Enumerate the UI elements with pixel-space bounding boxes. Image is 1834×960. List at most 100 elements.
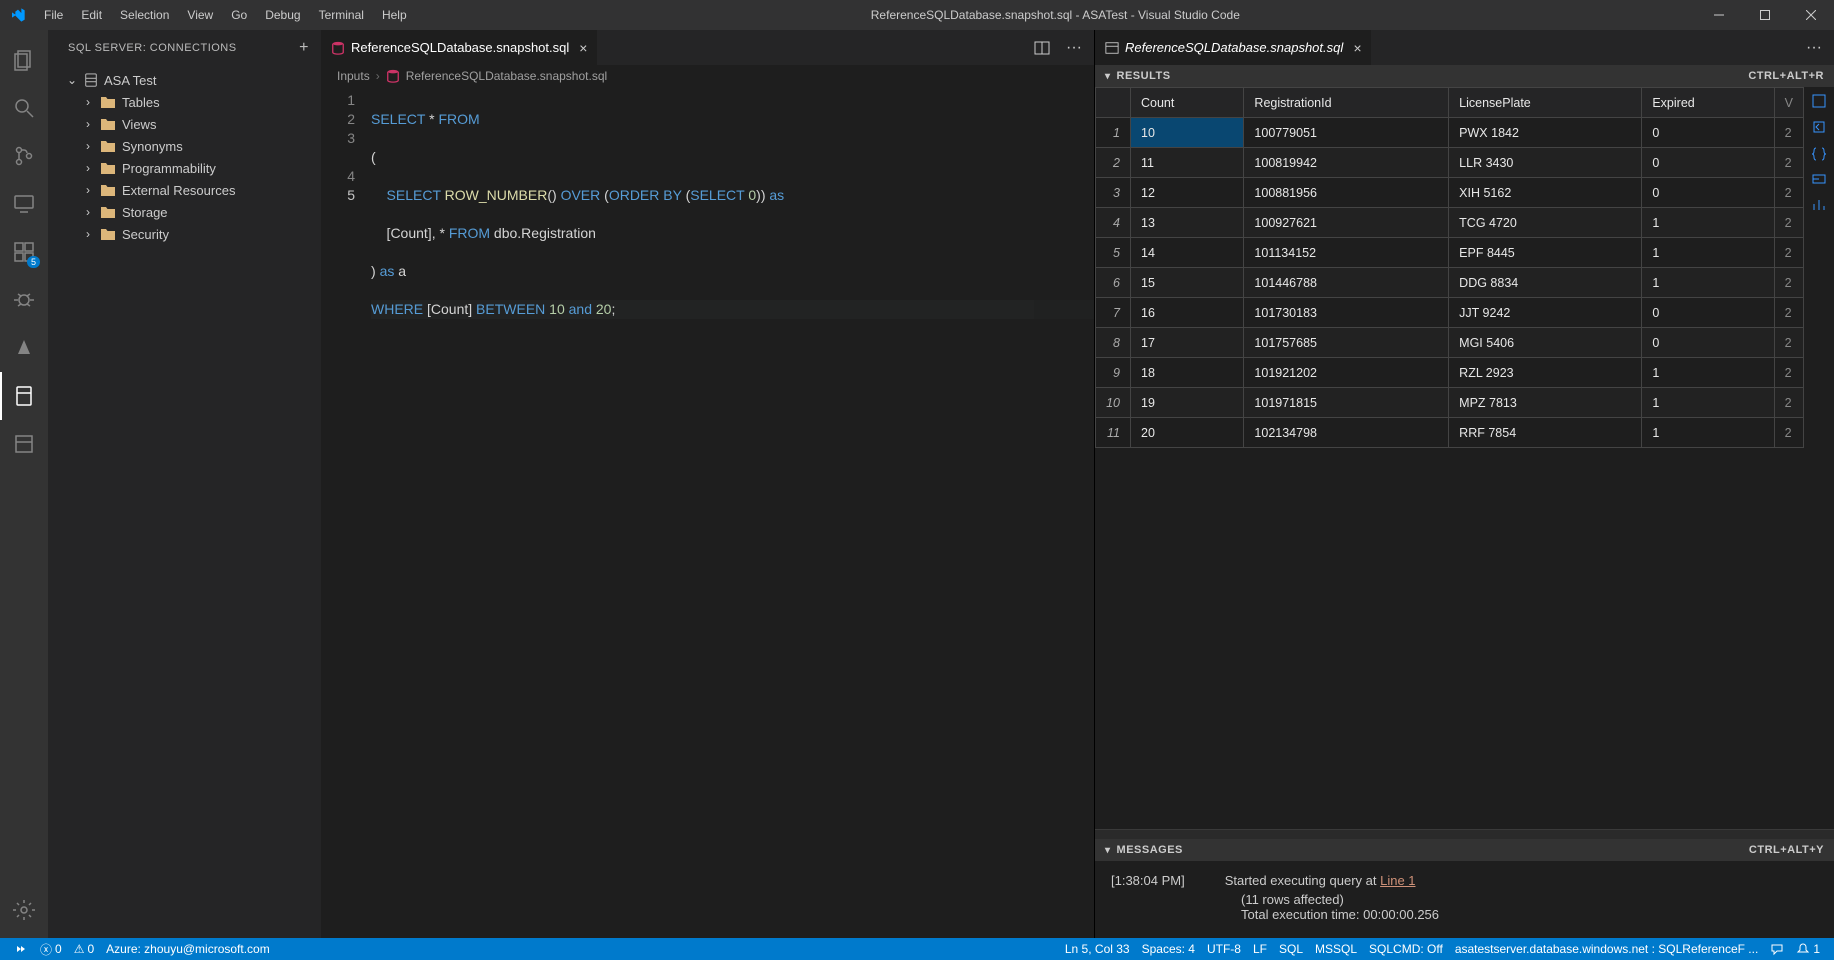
activity-settings[interactable] [0,886,48,934]
cell-expired[interactable]: 1 [1642,358,1774,388]
cell-count[interactable]: 13 [1131,208,1244,238]
export-csv-icon[interactable] [1811,119,1827,135]
cell-count[interactable]: 19 [1131,388,1244,418]
table-row[interactable]: 918101921202RZL 292312 [1096,358,1804,388]
chart-icon[interactable] [1811,197,1827,213]
menu-edit[interactable]: Edit [73,4,110,26]
table-row[interactable]: 312100881956XIH 516202 [1096,178,1804,208]
line-link[interactable]: Line 1 [1380,873,1415,888]
results-grid[interactable]: Count RegistrationId LicensePlate Expire… [1095,87,1804,829]
close-icon[interactable]: × [1353,40,1361,56]
cell-count[interactable]: 10 [1131,118,1244,148]
table-row[interactable]: 1120102134798RRF 785412 [1096,418,1804,448]
maximize-button[interactable] [1742,0,1788,30]
cell-expired[interactable]: 0 [1642,298,1774,328]
activity-other[interactable] [0,420,48,468]
tree-root[interactable]: ⌄ ASA Test [48,69,321,91]
cell-registrationid[interactable]: 101446788 [1244,268,1449,298]
tree-item[interactable]: ›Tables [48,91,321,113]
cell-truncated[interactable]: 2 [1774,388,1803,418]
col-count[interactable]: Count [1131,88,1244,118]
cell-count[interactable]: 14 [1131,238,1244,268]
table-row[interactable]: 1019101971815MPZ 781312 [1096,388,1804,418]
cell-expired[interactable]: 1 [1642,208,1774,238]
more-icon[interactable]: ··· [1806,39,1822,57]
status-remote[interactable] [8,942,34,956]
table-row[interactable]: 716101730183JJT 924202 [1096,298,1804,328]
cell-registrationid[interactable]: 101730183 [1244,298,1449,328]
cell-count[interactable]: 20 [1131,418,1244,448]
tree-item[interactable]: ›Views [48,113,321,135]
col-truncated[interactable]: V [1774,88,1803,118]
cell-registrationid[interactable]: 101134152 [1244,238,1449,268]
status-mssql[interactable]: MSSQL [1309,942,1363,956]
status-warnings[interactable]: ⚠ 0 [68,942,100,956]
cell-count[interactable]: 16 [1131,298,1244,328]
cell-expired[interactable]: 1 [1642,268,1774,298]
cell-registrationid[interactable]: 101757685 [1244,328,1449,358]
activity-sqlserver[interactable] [0,372,48,420]
table-row[interactable]: 110100779051PWX 184202 [1096,118,1804,148]
table-row[interactable]: 211100819942LLR 343002 [1096,148,1804,178]
activity-explorer[interactable] [0,36,48,84]
results-header[interactable]: ▾RESULTS CTRL+ALT+R [1095,65,1834,87]
status-eol[interactable]: LF [1247,942,1273,956]
cell-expired[interactable]: 0 [1642,328,1774,358]
code-editor[interactable]: 1 2 3 4 5 SELECT * FROM ( SELECT ROW_NUM… [321,87,1094,938]
tree-item[interactable]: ›Synonyms [48,135,321,157]
cell-expired[interactable]: 0 [1642,178,1774,208]
col-licenseplate[interactable]: LicensePlate [1449,88,1642,118]
status-feedback[interactable] [1764,942,1790,956]
close-icon[interactable]: × [579,40,587,56]
cell-truncated[interactable]: 2 [1774,208,1803,238]
activity-debug[interactable] [0,276,48,324]
cell-registrationid[interactable]: 101971815 [1244,388,1449,418]
cell-truncated[interactable]: 2 [1774,418,1803,448]
cell-truncated[interactable]: 2 [1774,118,1803,148]
cell-count[interactable]: 18 [1131,358,1244,388]
status-notifications[interactable]: 1 [1790,942,1826,956]
cell-truncated[interactable]: 2 [1774,178,1803,208]
breadcrumb-file[interactable]: ReferenceSQLDatabase.snapshot.sql [406,69,607,83]
activity-search[interactable] [0,84,48,132]
cell-truncated[interactable]: 2 [1774,238,1803,268]
tree-item[interactable]: ›Programmability [48,157,321,179]
cell-truncated[interactable]: 2 [1774,298,1803,328]
breadcrumb-folder[interactable]: Inputs [337,69,370,83]
tree-item[interactable]: ›Security [48,223,321,245]
cell-count[interactable]: 15 [1131,268,1244,298]
menu-terminal[interactable]: Terminal [311,4,372,26]
cell-registrationid[interactable]: 100779051 [1244,118,1449,148]
col-expired[interactable]: Expired [1642,88,1774,118]
cell-licenseplate[interactable]: RRF 7854 [1449,418,1642,448]
cell-licenseplate[interactable]: MGI 5406 [1449,328,1642,358]
cell-licenseplate[interactable]: LLR 3430 [1449,148,1642,178]
tab-results[interactable]: ReferenceSQLDatabase.snapshot.sql × [1095,30,1372,65]
more-icon[interactable]: ··· [1066,39,1082,57]
tab-sql[interactable]: ReferenceSQLDatabase.snapshot.sql × [321,30,598,65]
table-row[interactable]: 413100927621TCG 472012 [1096,208,1804,238]
menu-debug[interactable]: Debug [257,4,308,26]
menu-help[interactable]: Help [374,4,415,26]
cell-registrationid[interactable]: 102134798 [1244,418,1449,448]
messages-header[interactable]: ▾MESSAGES CTRL+ALT+Y [1095,839,1834,861]
cell-licenseplate[interactable]: XIH 5162 [1449,178,1642,208]
export-excel-icon[interactable] [1811,171,1827,187]
col-registrationid[interactable]: RegistrationId [1244,88,1449,118]
menu-file[interactable]: File [36,4,71,26]
status-cursor[interactable]: Ln 5, Col 33 [1059,942,1136,956]
cell-registrationid[interactable]: 100881956 [1244,178,1449,208]
split-editor-icon[interactable] [1034,40,1050,56]
cell-expired[interactable]: 1 [1642,418,1774,448]
close-button[interactable] [1788,0,1834,30]
cell-registrationid[interactable]: 100927621 [1244,208,1449,238]
cell-licenseplate[interactable]: MPZ 7813 [1449,388,1642,418]
status-sqlcmd[interactable]: SQLCMD: Off [1363,942,1449,956]
cell-licenseplate[interactable]: EPF 8445 [1449,238,1642,268]
cell-expired[interactable]: 0 [1642,118,1774,148]
cell-truncated[interactable]: 2 [1774,328,1803,358]
cell-truncated[interactable]: 2 [1774,148,1803,178]
cell-registrationid[interactable]: 100819942 [1244,148,1449,178]
cell-count[interactable]: 11 [1131,148,1244,178]
breadcrumb[interactable]: Inputs › ReferenceSQLDatabase.snapshot.s… [321,65,1094,87]
